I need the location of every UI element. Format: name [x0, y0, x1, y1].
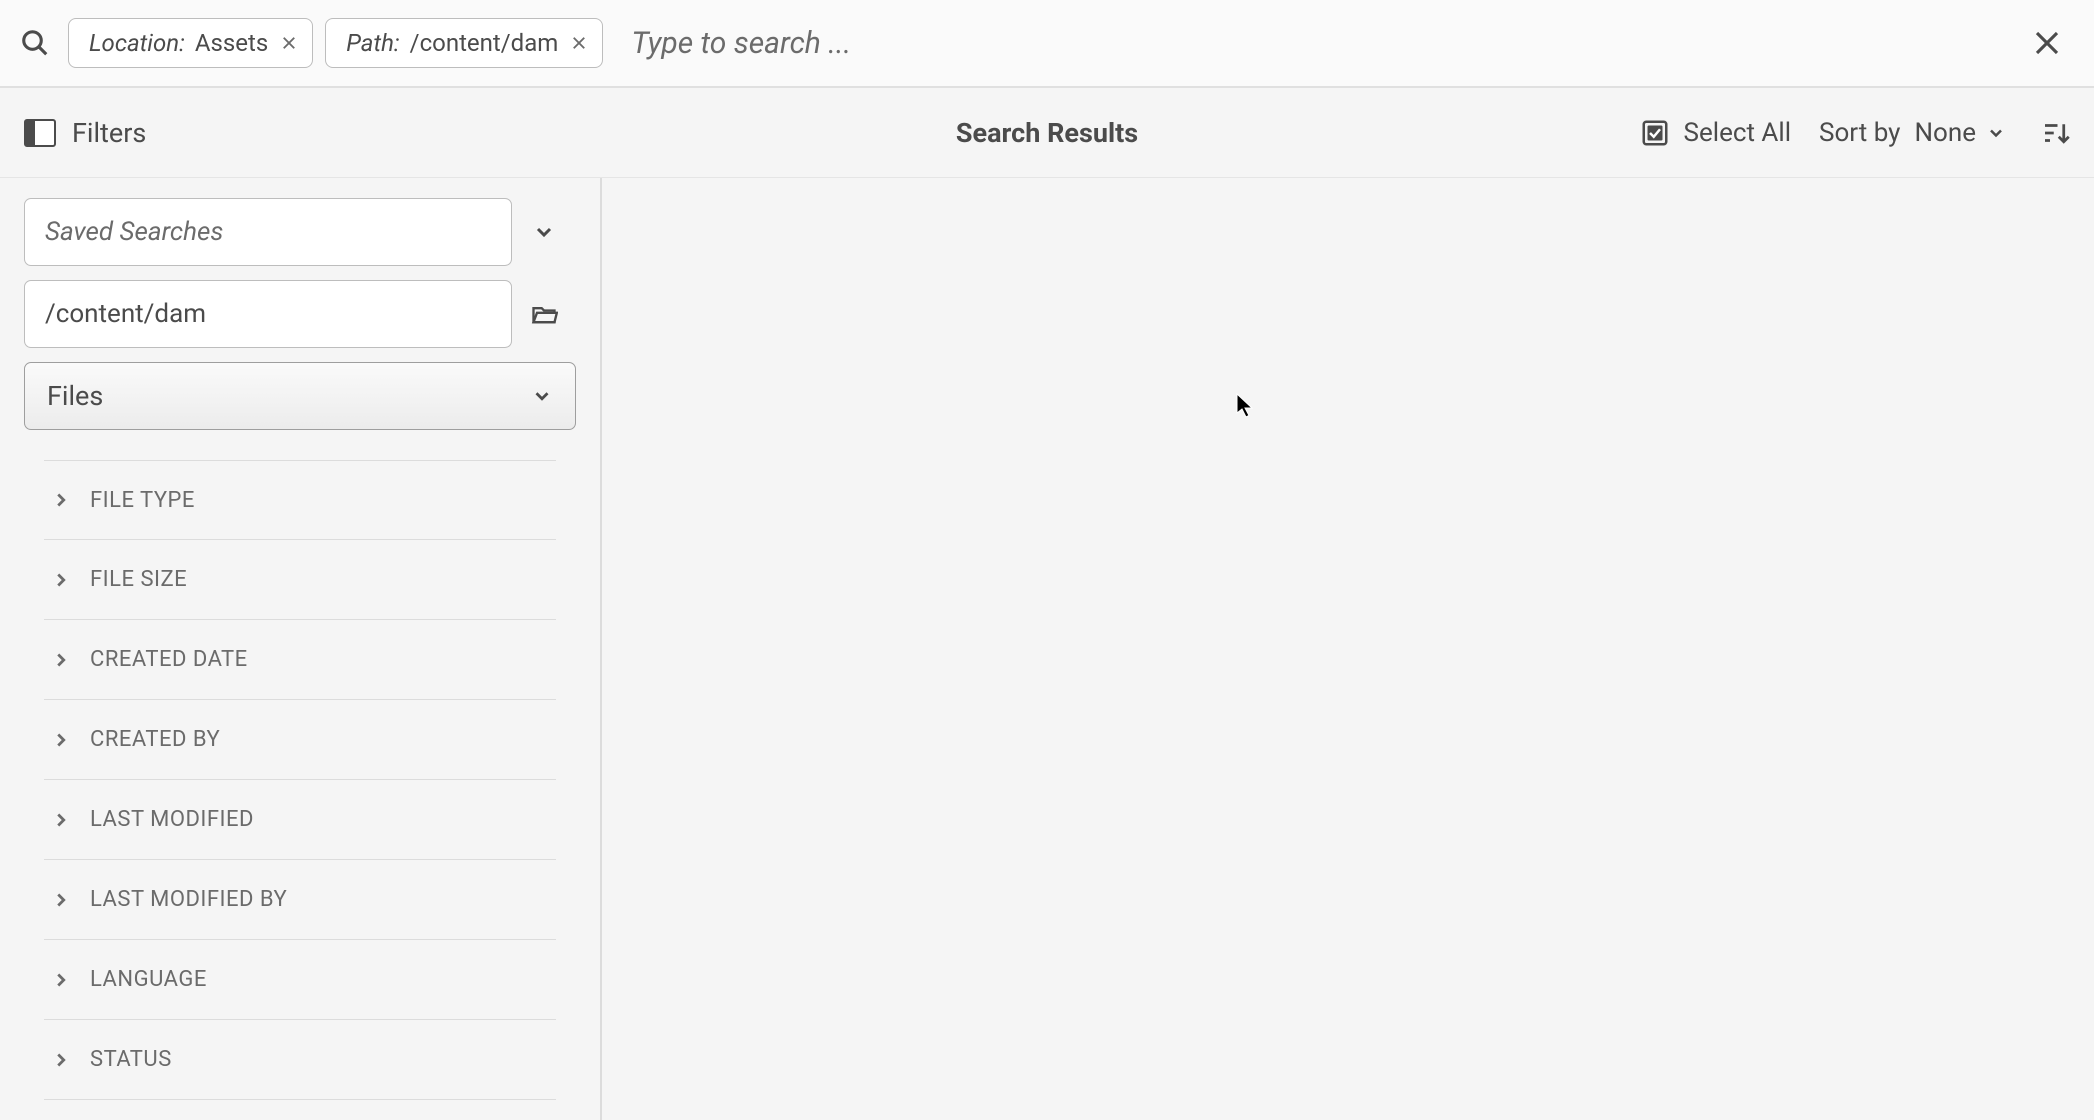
type-select[interactable]: Files	[24, 362, 576, 430]
path-row: /content/dam	[24, 280, 576, 348]
saved-searches-placeholder: Saved Searches	[45, 217, 223, 247]
path-value: /content/dam	[45, 299, 206, 329]
path-field[interactable]: /content/dam	[24, 280, 512, 348]
facet-status[interactable]: STATUS	[44, 1020, 556, 1100]
filters-label: Filters	[72, 117, 146, 149]
sort-by-value: None	[1914, 118, 1976, 148]
sort-by-control: Sort by None	[1819, 118, 2006, 148]
chip-value: Assets	[195, 29, 268, 57]
saved-searches-dropdown-button[interactable]	[512, 198, 576, 266]
rail-left-icon	[24, 119, 56, 147]
chip-label: Location:	[89, 29, 185, 57]
select-all-label: Select All	[1684, 118, 1792, 148]
results-title: Search Results	[956, 117, 1138, 149]
saved-searches-field[interactable]: Saved Searches	[24, 198, 512, 266]
filter-facets: FILE TYPE FILE SIZE CREATED DATE CREATED…	[44, 460, 556, 1100]
type-value: Files	[47, 380, 103, 412]
close-search-button[interactable]	[2030, 26, 2064, 60]
search-bar: Location: Assets Path: /content/dam	[0, 0, 2094, 88]
chevron-right-icon	[50, 809, 72, 831]
facet-label: LAST MODIFIED BY	[90, 887, 287, 912]
facet-created-date[interactable]: CREATED DATE	[44, 620, 556, 700]
main-area: Saved Searches /content/dam Files	[0, 178, 2094, 1120]
checkbox-checked-icon	[1640, 118, 1670, 148]
filters-sidebar: Saved Searches /content/dam Files	[0, 178, 602, 1120]
mouse-cursor-icon	[1236, 393, 1254, 419]
chevron-down-icon	[1986, 123, 2006, 143]
chevron-right-icon	[50, 489, 72, 511]
facet-label: STATUS	[90, 1047, 172, 1072]
chip-label: Path:	[346, 29, 399, 57]
chevron-right-icon	[50, 649, 72, 671]
chevron-right-icon	[50, 569, 72, 591]
facet-label: LANGUAGE	[90, 967, 207, 992]
results-header-actions: Select All Sort by None	[1640, 118, 2070, 148]
chevron-right-icon	[50, 889, 72, 911]
results-header: Filters Search Results Select All Sort b…	[0, 88, 2094, 178]
facet-last-modified[interactable]: LAST MODIFIED	[44, 780, 556, 860]
facet-label: FILE TYPE	[90, 488, 195, 513]
chip-value: /content/dam	[410, 29, 559, 57]
facet-file-type[interactable]: FILE TYPE	[44, 460, 556, 540]
facet-file-size[interactable]: FILE SIZE	[44, 540, 556, 620]
sort-direction-button[interactable]	[2040, 118, 2070, 148]
filters-toggle[interactable]: Filters	[24, 117, 146, 149]
search-input[interactable]	[621, 26, 2012, 61]
sort-by-dropdown[interactable]: None	[1914, 118, 2006, 148]
saved-searches-row: Saved Searches	[24, 198, 576, 266]
search-icon	[20, 28, 50, 58]
chevron-down-icon	[531, 385, 553, 407]
facet-created-by[interactable]: CREATED BY	[44, 700, 556, 780]
sort-by-label: Sort by	[1819, 118, 1900, 148]
chevron-right-icon	[50, 1049, 72, 1071]
chip-location[interactable]: Location: Assets	[68, 18, 313, 68]
select-all-button[interactable]: Select All	[1640, 118, 1792, 148]
facet-language[interactable]: LANGUAGE	[44, 940, 556, 1020]
facet-last-modified-by[interactable]: LAST MODIFIED BY	[44, 860, 556, 940]
facet-label: CREATED BY	[90, 727, 220, 752]
path-browse-button[interactable]	[512, 280, 576, 348]
chevron-right-icon	[50, 969, 72, 991]
chip-path[interactable]: Path: /content/dam	[325, 18, 603, 68]
chip-close-icon[interactable]	[568, 32, 590, 54]
facet-label: CREATED DATE	[90, 647, 248, 672]
search-chips: Location: Assets Path: /content/dam	[68, 18, 603, 68]
chevron-right-icon	[50, 729, 72, 751]
facet-label: FILE SIZE	[90, 567, 187, 592]
facet-label: LAST MODIFIED	[90, 807, 254, 832]
results-content	[602, 178, 2094, 1120]
chip-close-icon[interactable]	[278, 32, 300, 54]
